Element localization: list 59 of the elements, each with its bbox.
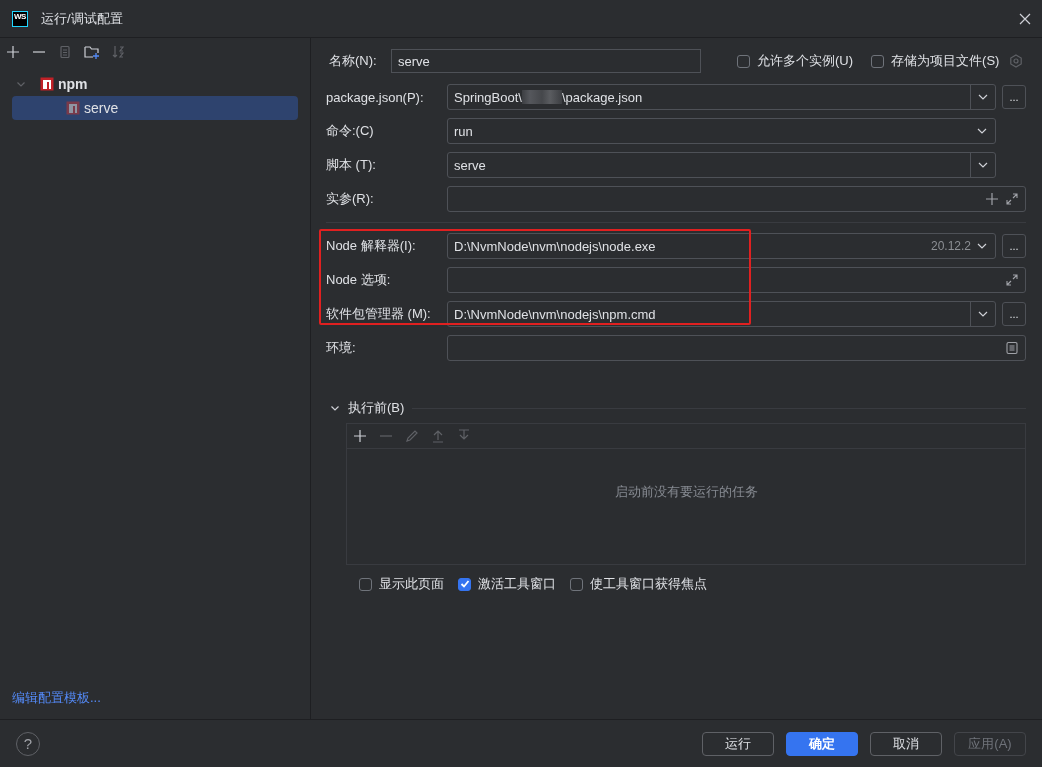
dialog-button[interactable]: 确定 [786, 731, 858, 756]
copy-icon[interactable] [58, 45, 72, 59]
combo-box[interactable]: SpringBoot\ \package.json [447, 84, 996, 110]
checkbox[interactable] [871, 54, 885, 68]
expand-icon[interactable] [1005, 273, 1019, 287]
field-label: 名称(N): [328, 52, 378, 70]
dialog-button[interactable]: 取消 [870, 731, 942, 756]
browse-button[interactable]: ... [1002, 234, 1026, 258]
checkbox[interactable] [458, 577, 471, 591]
checkbox[interactable] [737, 54, 750, 68]
blurred-region [521, 90, 562, 104]
edit-icon[interactable] [405, 429, 419, 443]
sort-icon[interactable] [112, 45, 126, 59]
checkbox[interactable] [359, 577, 372, 591]
field-label: 命令:(C) [326, 122, 375, 140]
checkbox-label: 存储为项目文件(S) [891, 52, 1000, 70]
add-icon[interactable] [985, 192, 999, 206]
tree-item[interactable]: npm [12, 72, 298, 96]
dropdown[interactable]: run [447, 118, 996, 144]
app-logo: WS [12, 10, 28, 27]
browse-button[interactable]: ... [1002, 85, 1026, 109]
name-field[interactable]: serve [391, 49, 701, 73]
empty-message: 启动前没有要运行的任务 [614, 482, 758, 501]
expand-icon[interactable] [1005, 192, 1019, 206]
checkbox-label: 允许多个实例(U) [757, 52, 854, 70]
tree-item[interactable]: serve [12, 96, 298, 120]
document-icon[interactable] [1005, 341, 1019, 355]
combo-box[interactable]: serve [447, 152, 996, 178]
field-label: 脚本 (T): [326, 156, 377, 174]
npm-icon [40, 77, 54, 91]
checkbox[interactable] [570, 577, 583, 591]
move-up-icon[interactable] [431, 429, 445, 443]
settings-icon[interactable] [1009, 54, 1024, 68]
section-title: 执行前(B) [348, 399, 405, 417]
field-label: package.json(P): [326, 89, 425, 105]
edit-templates-link[interactable]: 编辑配置模板... [0, 689, 310, 719]
add-icon[interactable] [6, 45, 20, 59]
dropdown[interactable]: D:\NvmNode\nvm\nodejs\node.exe 20.12.2 [447, 233, 996, 259]
field-label: 软件包管理器 (M): [326, 305, 432, 323]
add-icon[interactable] [353, 429, 367, 443]
checkbox-label: 激活工具窗口 [478, 575, 556, 593]
chevron-icon[interactable] [330, 403, 340, 413]
browse-button[interactable]: ... [1002, 302, 1026, 326]
field-label: 环境: [326, 339, 357, 357]
input-field[interactable] [447, 267, 1026, 293]
input-field[interactable] [447, 186, 1026, 212]
window-title: 运行/调试配置 [41, 9, 124, 28]
new-folder-icon[interactable] [84, 45, 100, 59]
checkbox-label: 显示此页面 [379, 575, 444, 593]
field-label: 实参(R): [326, 190, 375, 208]
field-label: Node 选项: [326, 271, 392, 289]
npm-icon [66, 101, 80, 115]
combo-box[interactable]: D:\NvmNode\nvm\nodejs\npm.cmd [447, 301, 996, 327]
field-label: Node 解释器(I): [326, 237, 417, 255]
dialog-button[interactable]: 运行 [702, 731, 774, 756]
close-icon[interactable] [1018, 11, 1032, 26]
check-icon [459, 579, 470, 589]
input-field[interactable] [447, 335, 1026, 361]
checkbox-label: 使工具窗口获得焦点 [590, 575, 707, 593]
